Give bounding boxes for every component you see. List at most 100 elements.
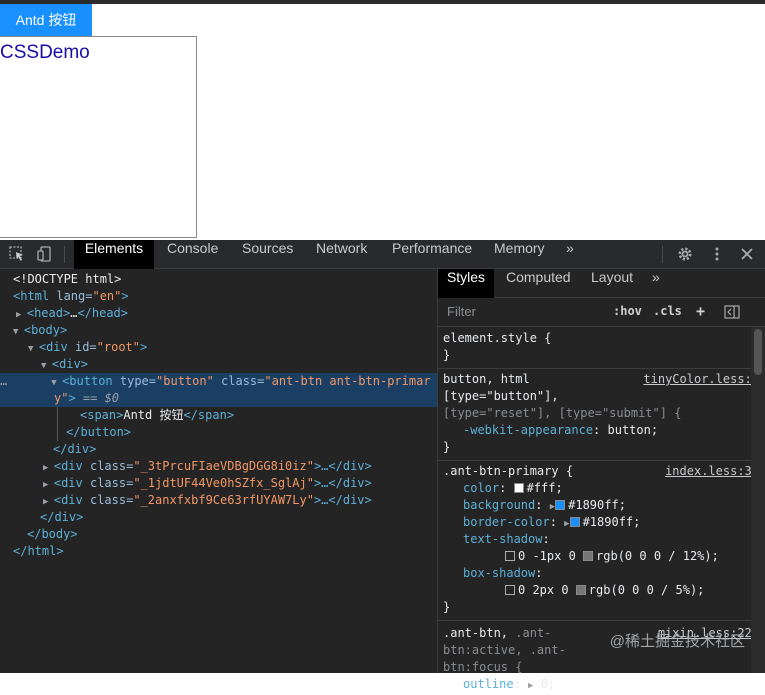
inspect-icon[interactable]	[9, 246, 25, 262]
text-shadow-property[interactable]: text-shadow:	[463, 531, 550, 548]
dom-line-div[interactable]: ▼ <div>	[0, 356, 478, 373]
tab-console[interactable]: Console	[167, 240, 218, 269]
css-demo-text: CSSDemo	[0, 42, 90, 63]
dom-line-div-a[interactable]: ▶ <div><div class="_3tPrcuFIaeVDBgDGG8i0…	[0, 458, 480, 475]
dom-line-html[interactable]: <html lang="en">	[0, 288, 450, 305]
dom-line-div-root-close[interactable]: </div>	[0, 509, 477, 526]
close-icon[interactable]	[739, 246, 755, 262]
more-tabs-button[interactable]: »	[566, 240, 574, 269]
node-actions-dots[interactable]: …	[0, 374, 7, 388]
border-color-declaration[interactable]: border-color: ▶ #1890ff;	[463, 514, 640, 531]
expand-arrow-icon[interactable]: ▶	[43, 463, 54, 473]
rule1-selector[interactable]: button, html	[443, 371, 530, 388]
box-shadow-value[interactable]: 0 2px 0 rgb(0 0 0 / 5%);	[505, 582, 704, 599]
tab-computed[interactable]: Computed	[506, 269, 571, 298]
toggle-sidebar-icon[interactable]	[724, 305, 740, 319]
outline-declaration[interactable]: outline: ▶ 0;	[463, 676, 555, 693]
expand-arrow-icon[interactable]: ▶	[43, 480, 54, 490]
tag-name: >…</div>	[313, 476, 372, 490]
kebab-menu-icon[interactable]	[709, 246, 725, 262]
property-value: #1890ff;	[582, 515, 641, 529]
new-rule-button[interactable]: +	[696, 302, 705, 320]
color-swatch-icon[interactable]	[583, 551, 594, 561]
tag-name: <span>	[80, 408, 124, 422]
cls-button[interactable]: .cls	[653, 304, 682, 318]
styles-pane: Styles Computed Layout » Filter :hov .cl…	[437, 269, 765, 691]
shadow-editor-icon[interactable]	[505, 551, 515, 561]
tag-name: <button	[62, 374, 113, 388]
property-value: 0;	[540, 677, 556, 691]
tab-layout[interactable]: Layout	[591, 269, 633, 298]
color-swatch-icon[interactable]	[569, 517, 580, 527]
expand-arrow-icon[interactable]: ▶	[43, 497, 54, 507]
dom-line-html-close[interactable]: </html>	[0, 543, 450, 560]
device-toggle-icon[interactable]	[37, 246, 53, 262]
rule-separator	[438, 620, 765, 621]
property-value: #fff;	[526, 481, 563, 495]
rule3-selector-line3[interactable]: btn:focus {	[443, 659, 522, 676]
tag-name: </body>	[27, 527, 78, 541]
shadow-editor-icon[interactable]	[505, 585, 515, 595]
expand-arrow-icon[interactable]: ▶	[528, 681, 533, 691]
color-swatch-icon[interactable]	[555, 500, 566, 510]
dom-line-button-selected-wrap[interactable]: y"> == $0	[0, 390, 491, 407]
tab-memory[interactable]: Memory	[494, 240, 545, 269]
tag-name: </button>	[66, 425, 132, 439]
color-declaration[interactable]: color: #fff;	[463, 480, 563, 497]
filter-input[interactable]: Filter	[447, 304, 476, 319]
tag-bracket: >	[68, 391, 76, 405]
tab-network[interactable]: Network	[316, 240, 367, 269]
dom-line-div-root[interactable]: ▼ <div id="root">	[0, 339, 465, 356]
box-shadow-declaration[interactable]: box-shadow:	[463, 565, 542, 582]
collapse-arrow-icon[interactable]: ▼	[28, 344, 39, 354]
tab-sources[interactable]: Sources	[242, 240, 293, 269]
more-subtabs-button[interactable]: »	[652, 269, 660, 298]
rule1-declaration[interactable]: -webkit-appearance: button;	[463, 422, 658, 439]
attr-name: class=	[82, 459, 134, 473]
attr-name: class=	[82, 476, 134, 490]
dom-line-button-close[interactable]: </button>	[0, 424, 503, 441]
property-name: text-shadow	[463, 532, 543, 546]
collapse-arrow-icon[interactable]: ▼	[51, 378, 62, 388]
color-swatch-icon[interactable]	[513, 483, 524, 493]
dom-line-button-selected[interactable]: … ▼ <button type="button" class="ant-btn …	[0, 373, 437, 390]
rule1-source-link[interactable]: tinyColor.less:1	[643, 371, 759, 388]
rule1-selector-line3[interactable]: [type="reset"], [type="submit"] {	[443, 405, 681, 422]
attr-name: id=	[67, 340, 97, 354]
dom-line-div-close[interactable]: </div>	[0, 441, 490, 458]
styles-scrollbar[interactable]	[751, 327, 765, 673]
doctype-text: <!DOCTYPE html>	[13, 272, 122, 286]
dom-line-div-c[interactable]: ▶ <div class="_2anxfxbf9Ce63rfUYAW7Ly">……	[0, 492, 480, 509]
rule3-selector[interactable]: .ant-btn, .ant-	[443, 625, 551, 642]
tag-name: </head>	[77, 306, 129, 320]
antd-primary-button[interactable]: Antd 按钮	[0, 4, 92, 36]
collapse-arrow-icon[interactable]: ▼	[13, 327, 24, 337]
color-swatch-icon[interactable]	[575, 585, 586, 595]
tab-elements[interactable]: Elements	[74, 240, 154, 269]
hov-button[interactable]: :hov	[613, 304, 642, 318]
rule2-selector[interactable]: .ant-btn-primary {	[443, 463, 573, 480]
tag-name: <body>	[23, 323, 68, 337]
dom-line-div-b[interactable]: ▶ <div class="_1jdtUF44Ve0hSZfx_SglAj">……	[0, 475, 480, 492]
dom-line-body[interactable]: ▼ <body>	[0, 322, 450, 339]
tab-performance[interactable]: Performance	[392, 240, 472, 269]
rule3-selector-line2[interactable]: btn:active, .ant-	[443, 642, 566, 659]
attr-name: class=	[213, 374, 265, 388]
tab-styles[interactable]: Styles	[438, 269, 494, 298]
dom-line-doctype[interactable]: <!DOCTYPE html>	[0, 271, 450, 288]
background-declaration[interactable]: background: ▶ #1890ff;	[463, 497, 626, 514]
property-value: rgb(0 0 0 / 5%);	[588, 583, 705, 597]
text-shadow-value[interactable]: 0 -1px 0 rgb(0 0 0 / 12%);	[505, 548, 719, 565]
scrollbar-thumb[interactable]	[754, 329, 762, 375]
selected-node-ref: == $0	[75, 391, 120, 405]
expand-arrow-icon[interactable]: ▶	[16, 310, 27, 320]
toolbar-separator	[64, 246, 65, 263]
dom-line-head[interactable]: ▶ <head>…</head>	[0, 305, 453, 322]
rule1-selector-line2[interactable]: [type="button"],	[443, 388, 559, 405]
gear-icon[interactable]	[677, 246, 693, 262]
collapse-arrow-icon[interactable]: ▼	[41, 361, 52, 371]
element-style-selector[interactable]: element.style {	[443, 330, 551, 347]
rule2-source-link[interactable]: index.less:32	[665, 463, 759, 480]
attr-value: y"	[54, 391, 69, 405]
dom-line-body-close[interactable]: </body>	[0, 526, 464, 543]
